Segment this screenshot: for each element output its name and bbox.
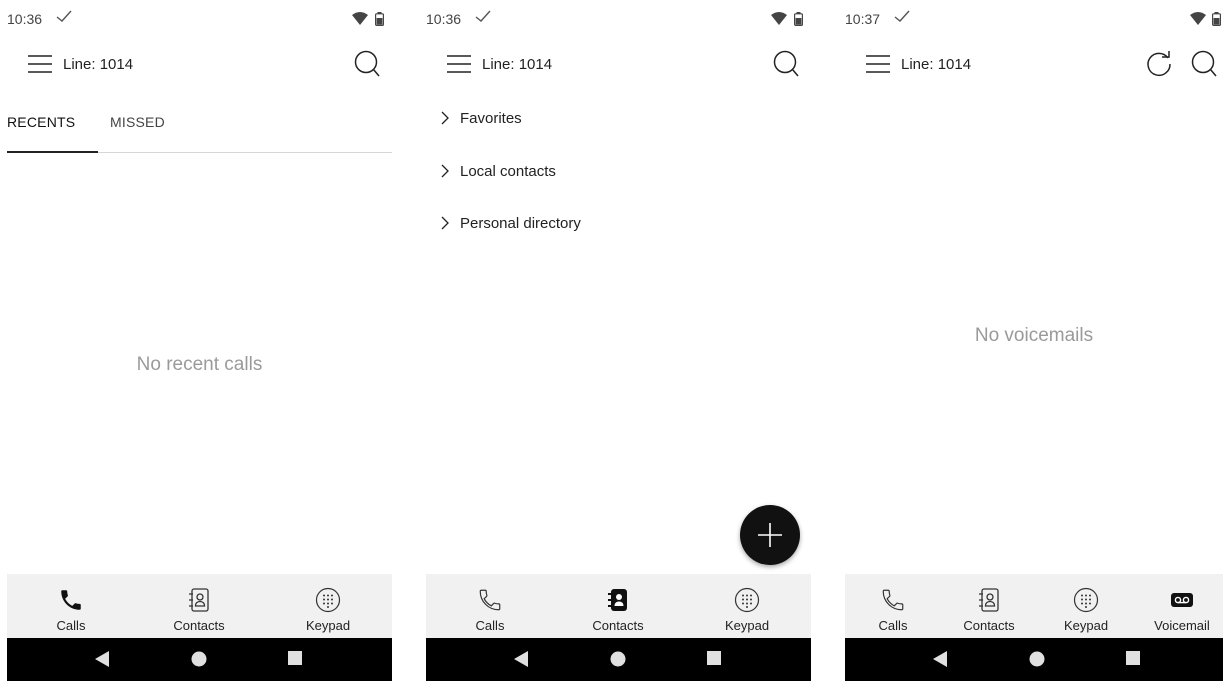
line-label[interactable]: Line: 1014 (901, 56, 971, 73)
status-time: 10:36 (426, 11, 462, 27)
keypad-icon (1073, 587, 1099, 613)
home-icon[interactable] (1029, 651, 1045, 667)
chevron-right-icon (441, 111, 449, 125)
contacts-screen: 10:36 Line: 1014 Favorites Local contact… (426, 0, 811, 681)
check-icon (475, 10, 491, 22)
nav-calls[interactable]: Calls (41, 574, 101, 638)
group-label: Favorites (460, 109, 522, 127)
nav-voicemail[interactable]: Voicemail (1147, 574, 1217, 638)
system-nav-bar (845, 638, 1223, 681)
contacts-book-icon (608, 589, 627, 611)
battery-icon (375, 12, 384, 26)
nav-keypad-label: Keypad (724, 618, 770, 633)
line-label[interactable]: Line: 1014 (482, 56, 552, 73)
app-bar: Line: 1014 (426, 38, 811, 92)
nav-calls[interactable]: Calls (460, 574, 520, 638)
wifi-icon (1190, 12, 1206, 25)
home-icon[interactable] (610, 651, 626, 667)
recents-icon[interactable] (288, 651, 302, 665)
bottom-nav: Calls Contacts Keypad Voicemail (845, 574, 1223, 638)
contacts-book-icon (189, 588, 209, 612)
check-icon (56, 10, 72, 22)
status-time: 10:36 (7, 11, 43, 27)
nav-contacts[interactable]: Contacts (953, 574, 1025, 638)
call-tabs: RECENTS MISSED (7, 92, 392, 153)
wifi-icon (352, 12, 368, 25)
line-label[interactable]: Line: 1014 (63, 56, 133, 73)
status-bar: 10:36 (7, 0, 392, 38)
group-favorites[interactable]: Favorites (440, 103, 522, 133)
back-icon[interactable] (514, 651, 528, 667)
back-icon[interactable] (95, 651, 109, 667)
nav-keypad-label: Keypad (305, 618, 351, 633)
recents-icon[interactable] (1126, 651, 1140, 665)
contacts-book-icon (979, 588, 999, 612)
empty-state-text: No recent calls (136, 354, 263, 375)
app-bar: Line: 1014 (7, 38, 392, 92)
keypad-icon (734, 587, 760, 613)
plus-icon (758, 523, 782, 547)
search-icon[interactable] (353, 50, 381, 78)
nav-keypad[interactable]: Keypad (716, 574, 778, 638)
nav-contacts-label: Contacts (963, 618, 1015, 633)
keypad-icon (315, 587, 341, 613)
search-icon[interactable] (1190, 50, 1218, 78)
voicemail-icon (1171, 593, 1193, 607)
home-icon[interactable] (191, 651, 207, 667)
voicemail-screen: 10:37 Line: 1014 No voicemails Calls Con… (845, 0, 1223, 681)
menu-icon[interactable] (446, 52, 472, 76)
phone-icon (479, 589, 501, 611)
active-tab-indicator (7, 151, 98, 153)
nav-contacts-label: Contacts (173, 618, 225, 633)
refresh-icon[interactable] (1145, 50, 1173, 78)
app-bar: Line: 1014 (845, 38, 1223, 92)
phone-icon (61, 590, 81, 610)
system-nav-bar (426, 638, 811, 681)
group-personal-directory[interactable]: Personal directory (440, 208, 581, 238)
nav-voicemail-label: Voicemail (1154, 618, 1210, 633)
chevron-right-icon (441, 164, 449, 178)
nav-calls-label: Calls (878, 618, 908, 633)
nav-keypad[interactable]: Keypad (1056, 574, 1116, 638)
nav-calls-label: Calls (56, 618, 86, 633)
menu-icon[interactable] (27, 52, 53, 76)
status-time: 10:37 (845, 11, 881, 27)
group-label: Local contacts (460, 162, 556, 180)
search-icon[interactable] (772, 50, 800, 78)
add-contact-button[interactable] (740, 505, 800, 565)
bottom-nav: Calls Contacts Keypad (7, 574, 392, 638)
nav-contacts[interactable]: Contacts (582, 574, 654, 638)
nav-calls-label: Calls (475, 618, 505, 633)
bottom-nav: Calls Contacts Keypad (426, 574, 811, 638)
tab-missed[interactable]: MISSED (110, 114, 165, 130)
battery-icon (794, 12, 803, 26)
nav-keypad[interactable]: Keypad (297, 574, 359, 638)
check-icon (894, 10, 910, 22)
tab-recents[interactable]: RECENTS (7, 114, 75, 130)
empty-state-text: No voicemails (974, 325, 1094, 346)
status-bar: 10:37 (845, 0, 1223, 38)
group-label: Personal directory (460, 214, 581, 232)
group-local-contacts[interactable]: Local contacts (440, 156, 556, 186)
system-nav-bar (7, 638, 392, 681)
menu-icon[interactable] (865, 52, 891, 76)
back-icon[interactable] (933, 651, 947, 667)
chevron-right-icon (441, 216, 449, 230)
phone-icon (882, 589, 904, 611)
status-bar: 10:36 (426, 0, 811, 38)
nav-contacts[interactable]: Contacts (163, 574, 235, 638)
calls-screen: 10:36 Line: 1014 RECENTS MISSED No recen… (7, 0, 392, 681)
wifi-icon (771, 12, 787, 25)
nav-contacts-label: Contacts (592, 618, 644, 633)
nav-calls[interactable]: Calls (865, 574, 921, 638)
battery-icon (1212, 12, 1221, 26)
recents-icon[interactable] (707, 651, 721, 665)
nav-keypad-label: Keypad (1063, 618, 1109, 633)
